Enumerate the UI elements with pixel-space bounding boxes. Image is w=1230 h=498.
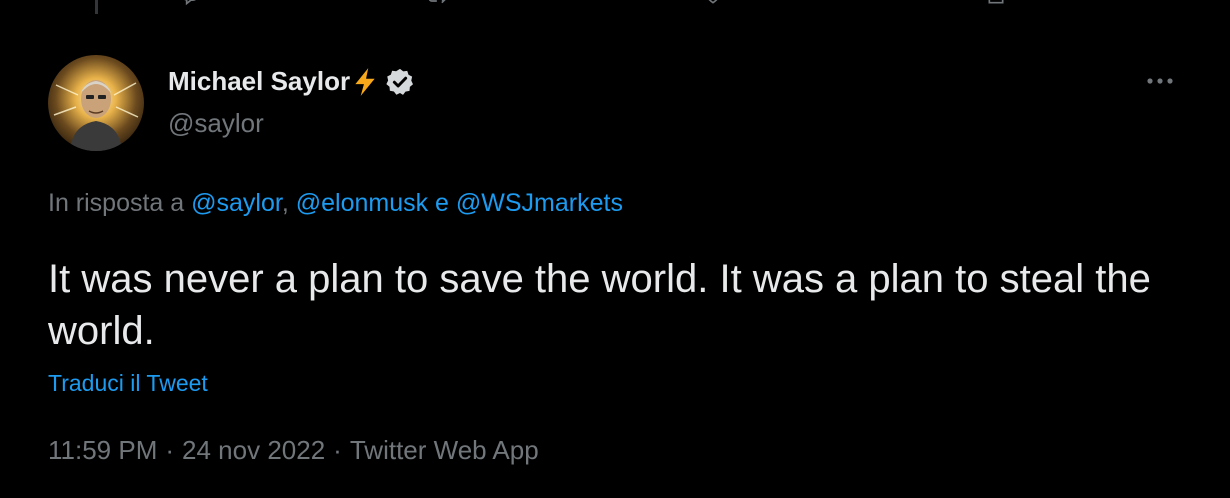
share-icon[interactable] — [986, 0, 1006, 6]
mention-elonmusk-link[interactable]: @elonmusk — [296, 189, 428, 217]
tweet-metadata: 11:59 PM · 24 nov 2022 · Twitter Web App — [48, 435, 539, 466]
thread-connector-line — [95, 0, 98, 14]
meta-separator-2: · — [333, 435, 342, 465]
tweet-time-link[interactable]: 11:59 PM — [48, 435, 157, 465]
more-options-icon[interactable] — [1144, 70, 1176, 92]
avatar[interactable] — [48, 55, 144, 151]
reply-context-comma: , — [281, 189, 296, 217]
reply-context-conjunction: e — [428, 189, 456, 217]
tweet-date-link[interactable]: 24 nov 2022 — [182, 435, 325, 465]
reply-context-prefix: In risposta a — [48, 189, 192, 217]
like-icon[interactable] — [703, 0, 723, 6]
tweet-text: It was never a plan to save the world. I… — [48, 257, 1151, 353]
mention-saylor-link[interactable]: @saylor — [191, 189, 282, 217]
meta-separator: · — [165, 435, 175, 465]
retweet-icon[interactable] — [426, 0, 446, 6]
author-name-row[interactable]: Michael Saylor — [168, 66, 415, 97]
author-handle[interactable]: @saylor — [168, 108, 264, 139]
author-name[interactable]: Michael Saylor — [168, 66, 350, 97]
mention-wsjmarkets-link[interactable]: @WSJmarkets — [456, 189, 623, 217]
tweet-source: Twitter Web App — [349, 435, 539, 465]
verified-badge-icon[interactable] — [385, 67, 415, 97]
lightning-bolt-icon — [351, 67, 379, 97]
reply-context: In risposta a @saylor, @elonmusk e @WSJm… — [48, 189, 623, 218]
reply-icon[interactable] — [180, 0, 200, 6]
translate-tweet-link[interactable]: Traduci il Tweet — [48, 370, 208, 397]
